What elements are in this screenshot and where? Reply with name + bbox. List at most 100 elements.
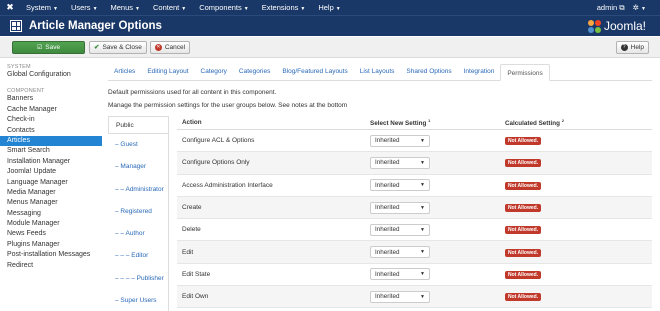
menu-components[interactable]: Components ▼ (193, 3, 255, 12)
sidebar-item-language-manager[interactable]: Language Manager (0, 178, 102, 188)
menu-content[interactable]: Content ▼ (147, 3, 193, 12)
user-area: admin ⧉ ✲ ▼ (597, 3, 660, 13)
group-editor[interactable]: – – – Editor (108, 245, 168, 267)
save-close-label: Save & Close (102, 43, 142, 51)
group-super-users[interactable]: – Super Users (108, 290, 168, 311)
table-row: Configure ACL & Options Inherited ▼ Not A… (177, 130, 652, 153)
setting-select[interactable]: Inherited ▼ (370, 201, 430, 214)
save-button[interactable]: ☑ Save (12, 40, 85, 54)
setting-select[interactable]: Inherited ▼ (370, 156, 430, 169)
sidebar-item-banners[interactable]: Banners (0, 94, 102, 104)
setting-select[interactable]: Inherited ▼ (370, 290, 430, 303)
caret-down-icon: ▼ (420, 204, 425, 211)
user-label: admin (596, 2, 618, 12)
group-publisher[interactable]: – – – – Publisher (108, 268, 168, 290)
caret-down-icon: ▼ (420, 226, 425, 233)
tab-permissions[interactable]: Permissions (500, 64, 550, 81)
joomla-menu-icon[interactable]: ✖ (0, 0, 20, 15)
sidebar-item-news-feeds[interactable]: News Feeds (0, 229, 102, 239)
header-calculated-setting: Calculated Setting 2 (505, 118, 652, 127)
sidebar-item-global-configuration[interactable]: Global Configuration (0, 70, 102, 80)
toolbar: ☑ Save ✔ Save & Close ✕ Cancel ? Help (0, 37, 660, 58)
sidebar-item-messaging[interactable]: Messaging (0, 209, 102, 219)
setting-select[interactable]: Inherited ▼ (370, 268, 430, 281)
user-menu[interactable]: admin ⧉ (597, 3, 625, 13)
menu-system[interactable]: System ▼ (20, 3, 65, 12)
setting-value: Inherited (375, 204, 400, 212)
setting-value: Inherited (375, 137, 400, 145)
sidebar-item-module-manager[interactable]: Module Manager (0, 219, 102, 229)
action-label: Configure Options Only (182, 159, 250, 167)
menu-help-label: Help (318, 3, 334, 12)
group-manager[interactable]: – Manager (108, 156, 168, 178)
menu-menus-label: Menus (110, 3, 134, 12)
sidebar-item-joomla-update[interactable]: Joomla! Update (0, 167, 102, 177)
tab-editing-layout[interactable]: Editing Layout (141, 63, 194, 80)
caret-down-icon: ▼ (135, 6, 140, 12)
menu-extensions[interactable]: Extensions ▼ (256, 3, 313, 12)
sidebar-item-cache-manager[interactable]: Cache Manager (0, 105, 102, 115)
tab-integration[interactable]: Integration (458, 63, 501, 80)
table-row: Create Inherited ▼ Not Allowed. (177, 196, 652, 220)
setting-value: Inherited (375, 248, 400, 256)
caret-down-icon: ▼ (420, 137, 425, 144)
tab-categories[interactable]: Categories (233, 63, 276, 80)
permissions-instructions: Manage the permission settings for the u… (108, 102, 348, 109)
cancel-button[interactable]: ✕ Cancel (149, 40, 191, 54)
setting-value: Inherited (375, 181, 400, 189)
menu-users-label: Users (70, 3, 91, 12)
menu-help[interactable]: Help ▼ (312, 3, 347, 12)
question-icon: ? (620, 43, 628, 51)
tab-category[interactable]: Category (195, 63, 233, 80)
sidebar-item-installation-manager[interactable]: Installation Manager (0, 157, 102, 167)
caret-down-icon: ▼ (420, 249, 425, 256)
caret-down-icon: ▼ (181, 6, 187, 12)
group-public[interactable]: Public (108, 116, 168, 134)
menu-content-label: Content (152, 3, 180, 12)
sidebar-item-contacts[interactable]: Contacts (0, 126, 102, 136)
page-title: Article Manager Options (29, 20, 162, 32)
table-row: Edit Own Inherited ▼ Not Allowed. (177, 286, 652, 309)
header-select-note: 1 (428, 117, 431, 123)
joomla-brand[interactable]: Joomla! (587, 19, 646, 33)
sidebar-item-articles[interactable]: Articles (0, 135, 102, 147)
calculated-badge: Not Allowed. (505, 159, 542, 168)
header-calculated-note: 2 (561, 117, 564, 123)
tab-list-layouts[interactable]: List Layouts (354, 63, 401, 80)
help-label: Help (630, 43, 644, 51)
sidebar-item-post-installation-messages[interactable]: Post-installation Messages (0, 250, 102, 260)
action-label: Create (182, 204, 202, 212)
action-label: Delete (182, 226, 201, 234)
menu-menus[interactable]: Menus ▼ (105, 3, 147, 12)
menu-extensions-label: Extensions (261, 3, 299, 12)
group-administrator[interactable]: – – Administrator (108, 179, 168, 201)
menu-users[interactable]: Users ▼ (65, 3, 105, 12)
tab-blog-featured-layouts[interactable]: Blog/Featured Layouts (276, 63, 353, 80)
sidebar-item-redirect[interactable]: Redirect (0, 261, 102, 271)
help-button[interactable]: ? Help (615, 40, 649, 54)
settings-menu[interactable]: ✲ ▼ (633, 3, 646, 12)
gear-icon: ✲ (632, 3, 639, 12)
sidebar-item-menus-manager[interactable]: Menus Manager (0, 198, 102, 208)
setting-select[interactable]: Inherited ▼ (370, 134, 430, 147)
tab-shared-options[interactable]: Shared Options (400, 63, 457, 80)
setting-select[interactable]: Inherited ▼ (370, 179, 430, 192)
menu-system-label: System (26, 3, 52, 12)
setting-select[interactable]: Inherited ▼ (370, 246, 430, 259)
sidebar-item-plugins-manager[interactable]: Plugins Manager (0, 240, 102, 250)
setting-select[interactable]: Inherited ▼ (370, 223, 430, 236)
save-close-button[interactable]: ✔ Save & Close (89, 40, 147, 54)
sidebar-item-media-manager[interactable]: Media Manager (0, 188, 102, 198)
group-registered[interactable]: – Registered (108, 201, 168, 223)
action-label: Access Administration Interface (182, 181, 273, 189)
sidebar-item-check-in[interactable]: Check-in (0, 115, 102, 125)
group-guest[interactable]: – Guest (108, 134, 168, 156)
group-author[interactable]: – – Author (108, 223, 168, 245)
header-select-label: Select New Setting (370, 120, 427, 128)
calculated-badge: Not Allowed. (505, 204, 542, 213)
calculated-badge: Not Allowed. (505, 181, 542, 190)
permissions-table: Action Select New Setting 1 Calculated S… (177, 116, 652, 309)
sidebar-item-smart-search[interactable]: Smart Search (0, 146, 102, 156)
permissions-description: Default permissions used for all content… (108, 89, 277, 96)
tab-articles[interactable]: Articles (108, 63, 141, 80)
